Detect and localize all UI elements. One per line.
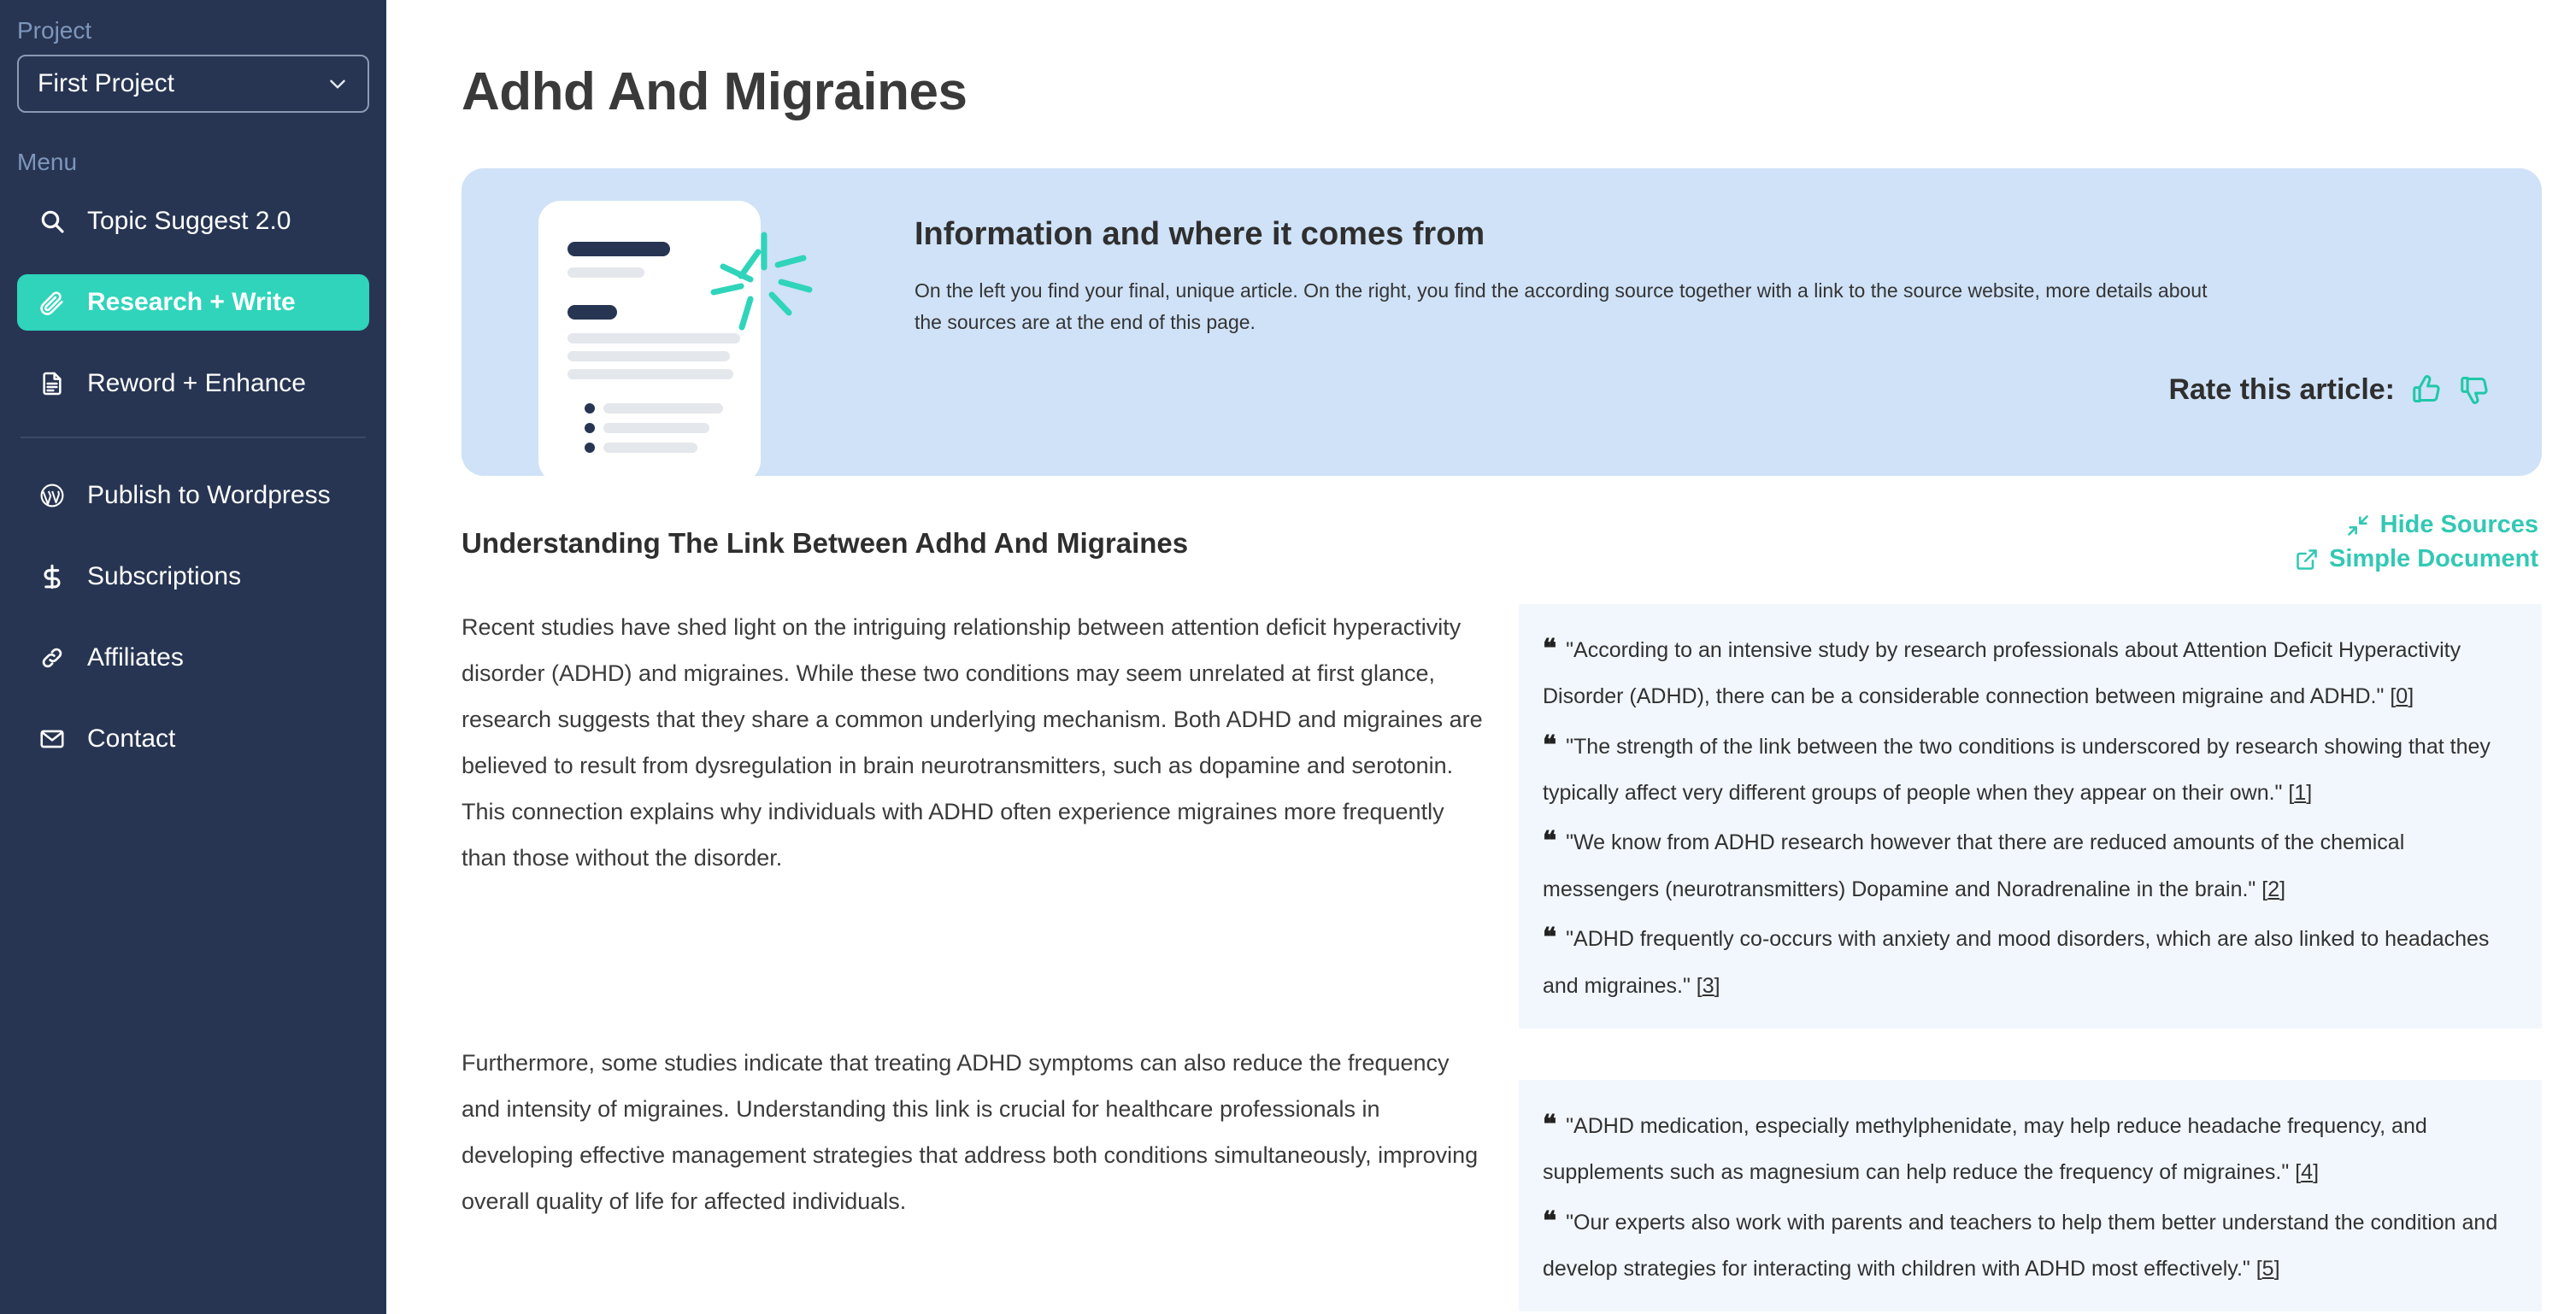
- sidebar-item-label: Research + Write: [87, 288, 296, 316]
- article-paragraph: Recent studies have shed light on the in…: [462, 613, 1483, 871]
- source-quote-text: "ADHD frequently co-occurs with anxiety …: [1543, 927, 2490, 998]
- quote-icon: ❝: [1543, 634, 1556, 663]
- sidebar-item-label: Reword + Enhance: [87, 369, 306, 397]
- sidebar-project-label: Project: [17, 17, 92, 44]
- sidebar-item-affiliates[interactable]: Affiliates: [17, 630, 369, 686]
- sidebar-menu-primary: Topic Suggest 2.0 Research + Write Rewor…: [17, 193, 369, 412]
- rate-article-row: Rate this article:: [915, 373, 2501, 407]
- external-link-icon: [2295, 548, 2319, 572]
- source-reference-link[interactable]: 4: [2301, 1160, 2313, 1184]
- sidebar-item-publish-to-wordpress[interactable]: Publish to Wordpress: [17, 467, 369, 524]
- hide-sources-button[interactable]: Hide Sources: [2346, 511, 2538, 539]
- page-title: Adhd And Migraines: [462, 62, 967, 121]
- source-quote-text: "ADHD medication, especially methylpheni…: [1543, 1113, 2427, 1185]
- hide-sources-label: Hide Sources: [2379, 511, 2538, 538]
- sidebar-item-reword-enhance[interactable]: Reword + Enhance: [17, 355, 369, 412]
- quote-icon: ❝: [1543, 1206, 1556, 1235]
- quote-icon: ❝: [1543, 1110, 1556, 1139]
- source-reference-link[interactable]: 3: [1703, 974, 1714, 998]
- document-icon: [38, 369, 67, 398]
- sidebar-menu-label: Menu: [17, 149, 78, 175]
- envelope-icon: [38, 724, 67, 754]
- dollar-icon: [38, 562, 67, 591]
- article-column: Recent studies have shed light on the in…: [462, 604, 1483, 1224]
- sidebar-menu-secondary: Publish to Wordpress Subscriptions Affil…: [17, 467, 369, 767]
- banner-title: Information and where it comes from: [915, 216, 1485, 252]
- article-source-grid: Recent studies have shed light on the in…: [462, 603, 2542, 1312]
- chevron-down-icon: [326, 73, 349, 95]
- section-heading: Understanding The Link Between Adhd And …: [462, 526, 1189, 559]
- rate-article-label: Rate this article:: [2168, 372, 2395, 406]
- thumbs-up-icon[interactable]: [2410, 373, 2443, 406]
- banner-description: On the left you find your final, unique …: [915, 279, 2208, 334]
- source-quote: ❝ "ADHD frequently co-occurs with anxiety…: [1543, 924, 2490, 998]
- thumbs-down-icon[interactable]: [2458, 373, 2491, 406]
- source-block: ❝ "According to an intensive study by res…: [1519, 603, 2542, 1029]
- article-illustration: [462, 168, 915, 476]
- sidebar-item-label: Publish to Wordpress: [87, 481, 331, 509]
- sidebar-item-label: Contact: [87, 724, 176, 753]
- sidebar-item-topic-suggest[interactable]: Topic Suggest 2.0: [17, 193, 369, 249]
- quote-icon: ❝: [1543, 924, 1556, 953]
- source-reference-link[interactable]: 5: [2262, 1257, 2274, 1281]
- sidebar-item-contact[interactable]: Contact: [17, 711, 369, 767]
- source-quote: ❝ "According to an intensive study by res…: [1543, 634, 2461, 709]
- sources-column: ❝ "According to an intensive study by res…: [1519, 603, 2542, 1312]
- info-banner: Information and where it comes from On t…: [462, 168, 2542, 476]
- source-quote-text: "The strength of the link between the tw…: [1543, 734, 2491, 806]
- app-root: Project First Project Menu Topic Suggest…: [0, 0, 2576, 1314]
- wordpress-icon: [38, 481, 67, 510]
- simple-document-label: Simple Document: [2329, 544, 2538, 572]
- link-icon: [38, 643, 67, 672]
- source-quote-text: "According to an intensive study by rese…: [1543, 637, 2461, 709]
- banner-text-block: Information and where it comes from On t…: [915, 168, 2542, 476]
- sidebar: Project First Project Menu Topic Suggest…: [0, 0, 386, 1314]
- sidebar-item-label: Subscriptions: [87, 562, 242, 590]
- sidebar-item-label: Affiliates: [87, 643, 184, 672]
- source-quote-text: "Our experts also work with parents and …: [1543, 1210, 2498, 1282]
- project-select-value: First Project: [38, 69, 175, 97]
- source-block: ❝ "ADHD medication, especially methylphen…: [1519, 1079, 2542, 1312]
- simple-document-button[interactable]: Simple Document: [2295, 544, 2538, 573]
- sidebar-item-label: Topic Suggest 2.0: [87, 207, 291, 235]
- project-select[interactable]: First Project: [17, 55, 369, 113]
- source-reference-link[interactable]: 2: [2267, 877, 2279, 901]
- source-quote: ❝ "ADHD medication, especially methylphen…: [1543, 1110, 2427, 1185]
- source-reference-link[interactable]: 0: [2396, 684, 2408, 708]
- collapse-arrows-icon: [2346, 513, 2370, 537]
- main-content: Adhd And Migraines Information and where…: [386, 0, 2576, 1314]
- sidebar-item-research-write[interactable]: Research + Write: [17, 274, 369, 331]
- source-quote: ❝ "Our experts also work with parents and…: [1543, 1206, 2498, 1282]
- quote-icon: ❝: [1543, 730, 1556, 760]
- search-icon: [38, 207, 67, 236]
- source-quote: ❝ "The strength of the link between the t…: [1543, 730, 2491, 806]
- sidebar-divider: [21, 437, 366, 438]
- paperclip-icon: [38, 288, 67, 317]
- sidebar-item-subscriptions[interactable]: Subscriptions: [17, 548, 369, 605]
- quote-icon: ❝: [1543, 827, 1556, 856]
- article-paragraph: Furthermore, some studies indicate that …: [462, 1049, 1479, 1214]
- source-quote: ❝ "We know from ADHD research however tha…: [1543, 827, 2405, 901]
- source-reference-link[interactable]: 1: [2294, 781, 2306, 805]
